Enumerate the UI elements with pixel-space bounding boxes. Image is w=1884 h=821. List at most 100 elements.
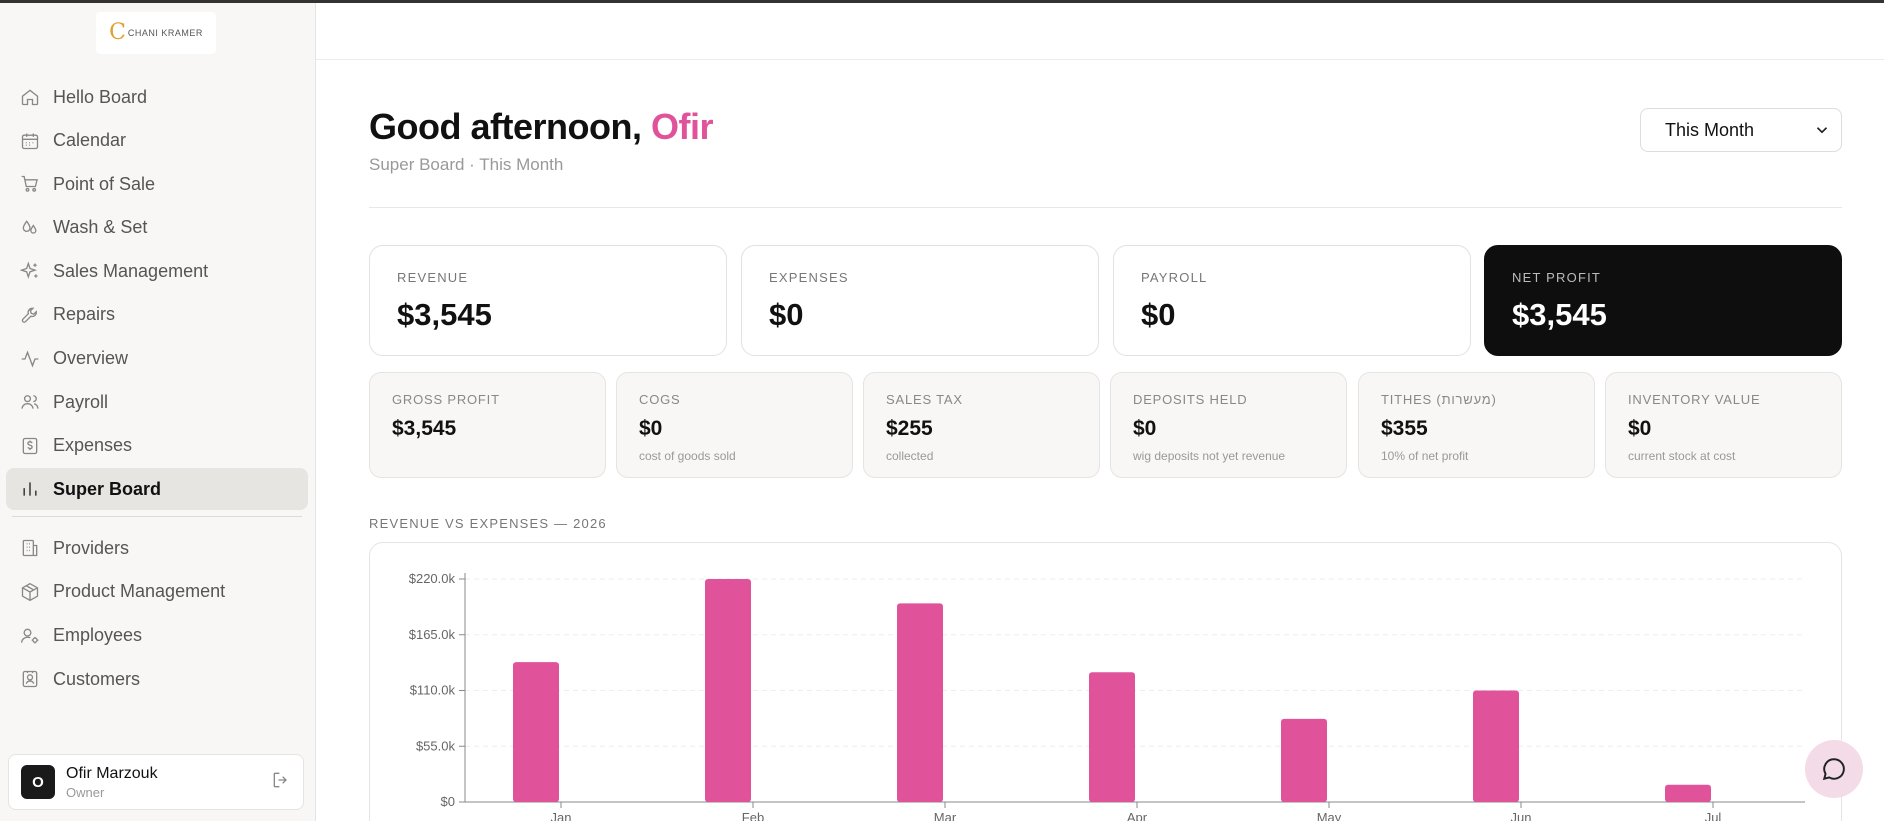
chevron-down-icon (1816, 127, 1828, 134)
period-select[interactable]: This Month (1640, 108, 1842, 152)
kpi-card-expenses: EXPENSES $0 (741, 245, 1099, 356)
x-tick-label: Jul (1705, 810, 1722, 821)
sidebar-item-payroll[interactable]: Payroll (6, 381, 308, 423)
metric-card-inventory-value: INVENTORY VALUE $0 current stock at cost (1605, 372, 1842, 478)
metric-label: DEPOSITS HELD (1133, 392, 1248, 407)
metric-value: $3,545 (392, 417, 457, 440)
bar-may-series-0 (1281, 718, 1327, 802)
metric-card-cogs: COGS $0 cost of goods sold (616, 372, 853, 478)
sidebar-item-product-management[interactable]: Product Management (6, 571, 308, 613)
sidebar-item-sales-management[interactable]: Sales Management (6, 250, 308, 292)
logo-text: CHANI KRAMER (127, 28, 203, 38)
kpi-value: $3,545 (1512, 297, 1607, 332)
brand-logo[interactable]: C CHANI KRAMER (96, 12, 216, 54)
kpi-label: EXPENSES (769, 270, 849, 285)
metric-label: SALES TAX (886, 392, 963, 407)
kpi-label: NET PROFIT (1512, 270, 1602, 285)
contact-icon (22, 670, 38, 688)
bar-jun-series-0 (1473, 690, 1519, 802)
x-tick-label: Apr (1127, 810, 1148, 821)
sidebar-item-label: Payroll (53, 391, 109, 412)
logout-button[interactable] (271, 770, 291, 795)
sidebar-item-label: Providers (53, 537, 130, 558)
period-select-value: This Month (1665, 119, 1755, 140)
metric-value: $0 (1628, 417, 1652, 440)
sidebar-item-overview[interactable]: Overview (6, 338, 308, 380)
revenue-expenses-chart: $0 $55.0k $110.0k $165.0k $220.0k Jan Feb Mar Ap… (369, 542, 1842, 821)
package-icon (21, 582, 39, 602)
metric-note: wig deposits not yet revenue (1133, 449, 1286, 463)
y-tick-label: $165.0k (409, 627, 456, 642)
metric-label: COGS (639, 392, 681, 407)
kpi-label: PAYROLL (1141, 270, 1208, 285)
x-tick-label: Jan (551, 810, 572, 821)
sidebar-item-wash-set[interactable]: Wash & Set (6, 207, 308, 249)
sidebar-item-customers[interactable]: Customers (6, 658, 308, 700)
sparkles-icon (20, 261, 38, 280)
metric-card-deposits-held: DEPOSITS HELD $0 wig deposits not yet re… (1110, 372, 1347, 478)
x-tick-label: Mar (934, 810, 957, 821)
y-tick-label: $220.0k (409, 571, 456, 586)
kpi-card-payroll: PAYROLL $0 (1113, 245, 1471, 356)
chart-svg: $0 $55.0k $110.0k $165.0k $220.0k Jan Feb Mar Ap… (409, 571, 1805, 821)
building-icon (22, 540, 38, 557)
sidebar-item-label: Sales Management (53, 260, 209, 281)
activity-icon (21, 349, 39, 368)
sidebar-item-point-of-sale[interactable]: Point of Sale (6, 163, 308, 205)
logo-mark-icon: C (109, 20, 126, 45)
user-role: Owner (66, 784, 105, 800)
sidebar-item-employees[interactable]: Employees (6, 615, 308, 657)
metric-value: $0 (639, 417, 663, 440)
greeting-name: Ofir (650, 106, 714, 147)
droplets-icon (22, 220, 37, 234)
bar-feb-series-0 (705, 579, 751, 802)
metric-note: current stock at cost (1628, 449, 1736, 463)
page-title: Good afternoon, Ofir (369, 106, 714, 148)
user-name: Ofir Marzouk (66, 764, 158, 782)
sidebar-item-calendar[interactable]: Calendar (6, 120, 308, 162)
sidebar-item-label: Expenses (53, 435, 133, 456)
sidebar-item-repairs[interactable]: Repairs (6, 294, 308, 336)
metric-note: cost of goods sold (639, 449, 736, 463)
metric-label: GROSS PROFIT (392, 392, 500, 407)
logout-icon (273, 772, 287, 787)
sidebar-item-label: Super Board (53, 478, 162, 499)
metric-note: collected (886, 449, 934, 463)
y-tick-label: $110.0k (410, 683, 456, 698)
sidebar-item-label: Customers (53, 668, 141, 689)
home-icon (21, 89, 39, 106)
chart-title: REVENUE VS EXPENSES — 2026 (369, 516, 607, 531)
metric-note: 10% of net profit (1381, 449, 1469, 463)
metric-label: INVENTORY VALUE (1628, 392, 1761, 407)
sidebar-divider (12, 516, 302, 518)
metric-card-gross-profit: GROSS PROFIT $3,545 (369, 372, 606, 478)
sidebar: C CHANI KRAMER Hello Board Calendar Poin… (0, 3, 316, 821)
sidebar-item-label: Hello Board (53, 86, 148, 107)
y-tick-label: $55.0k (416, 738, 456, 753)
calendar-icon (21, 133, 39, 149)
greeting-text: Good afternoon, (369, 106, 642, 147)
kpi-value: $0 (1141, 297, 1176, 332)
sidebar-item-hello-board[interactable]: Hello Board (6, 76, 308, 118)
sidebar-item-expenses[interactable]: Expenses (6, 425, 308, 467)
kpi-label: REVENUE (397, 270, 469, 285)
x-tick-label: Feb (742, 810, 764, 821)
sidebar-item-label: Calendar (53, 130, 127, 151)
sidebar-item-label: Overview (53, 348, 129, 369)
sidebar-nav: Hello Board Calendar Point of Sale Wash … (6, 76, 308, 702)
bar-apr-series-0 (1089, 672, 1135, 802)
kpi-card-revenue: REVENUE $3,545 (369, 245, 727, 356)
users-icon (21, 395, 39, 409)
x-tick-label: Jun (1511, 810, 1532, 821)
kpi-value: $0 (769, 297, 804, 332)
sidebar-item-super-board[interactable]: Super Board (6, 468, 308, 511)
sidebar-item-providers[interactable]: Providers (6, 527, 308, 569)
user-info: Ofir Marzouk Owner (66, 765, 271, 800)
sidebar-item-label: Point of Sale (53, 173, 156, 194)
chat-button[interactable] (1805, 740, 1863, 798)
chat-bubble-icon (1822, 758, 1845, 781)
header-divider (369, 207, 1842, 208)
top-bar (316, 3, 1884, 60)
metric-card-tithes: TITHES (מעשרות) $355 10% of net profit (1358, 372, 1595, 478)
avatar: O (21, 765, 55, 799)
